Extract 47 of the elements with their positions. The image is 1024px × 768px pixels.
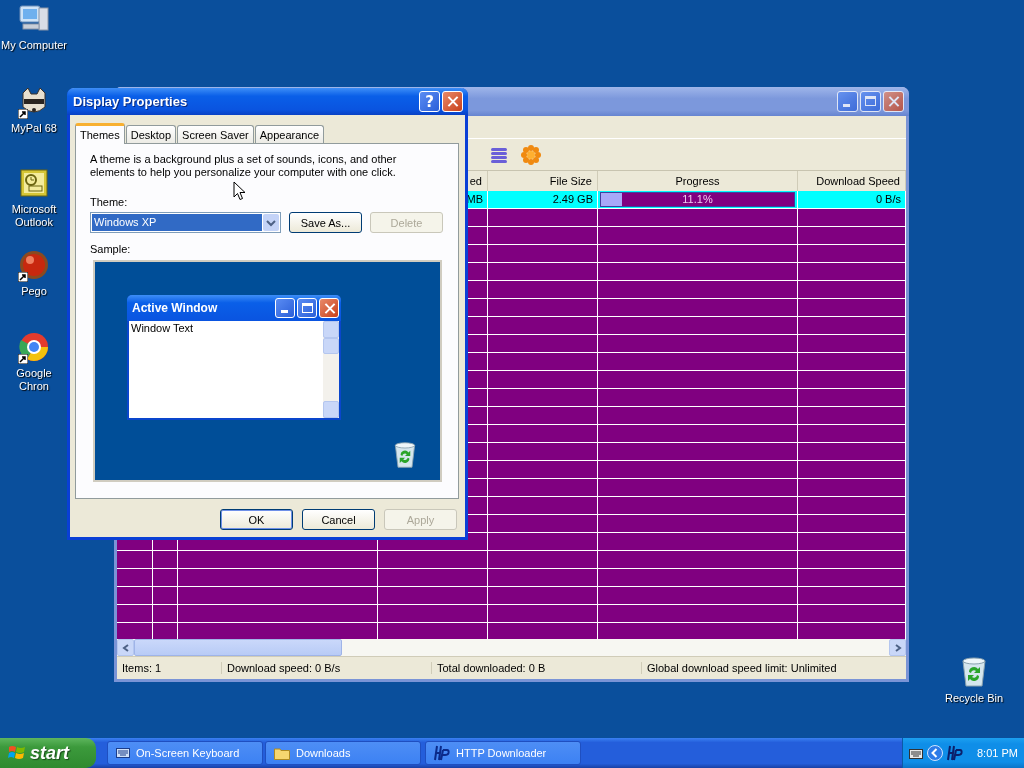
scroll-thumb[interactable]	[134, 639, 342, 656]
window-title: Display Properties	[73, 94, 188, 109]
mouse-pointer-icon	[233, 181, 246, 201]
keyboard-icon	[116, 747, 130, 759]
table-cell-text: 2.49 GB	[552, 192, 593, 207]
tab[interactable]: Appearance	[254, 125, 325, 143]
desktop-icon-label[interactable]: Microsoft Outlook	[0, 203, 68, 229]
folder-icon	[274, 746, 290, 760]
close-button[interactable]	[883, 91, 904, 112]
cancel-button[interactable]: Cancel	[302, 509, 375, 530]
sample-window-text: Window Text	[130, 321, 195, 336]
status-text: Download speed: 0 B/s	[222, 662, 432, 674]
status-text: Total downloaded: 0 B	[432, 662, 642, 674]
hp-logo-icon[interactable]	[947, 745, 963, 761]
table-cell-text: 0 B/s	[875, 192, 901, 207]
list-icon[interactable]	[490, 145, 508, 164]
theme-dropdown[interactable]: Windows XP	[90, 212, 281, 233]
minimize-button[interactable]	[837, 91, 858, 112]
ball-icon[interactable]	[17, 248, 51, 282]
tab[interactable]: Desktop	[125, 125, 177, 143]
desktop-icon-label[interactable]: My Computer	[0, 39, 68, 52]
save-as-button[interactable]: Save As...	[289, 212, 362, 233]
horizontal-scrollbar[interactable]	[117, 639, 906, 657]
tab[interactable]: Themes	[75, 123, 125, 144]
close-button[interactable]	[442, 91, 463, 112]
desktop-icon-label[interactable]: Pego	[0, 285, 68, 298]
help-button[interactable]: ?	[419, 91, 440, 112]
sample-window-title: Active Window	[132, 301, 218, 315]
progress-text: 11.1%	[682, 193, 713, 206]
windows-flag-icon	[8, 744, 26, 762]
desktop-icon-label[interactable]: Google Chron	[0, 367, 68, 393]
status-text: Items: 1	[117, 662, 222, 674]
hp-logo-icon	[434, 745, 450, 761]
ok-button[interactable]: OK	[220, 509, 293, 530]
tab[interactable]: Screen Saver	[177, 125, 254, 143]
scroll-right-button[interactable]	[889, 639, 906, 656]
field-label: Sample:	[90, 243, 132, 256]
desktop-icon-label[interactable]: MyPal 68	[0, 122, 68, 135]
maximize-button[interactable]	[860, 91, 881, 112]
ring-icon[interactable]	[17, 330, 51, 364]
clock-envelope-icon[interactable]	[17, 166, 51, 200]
keyboard-icon[interactable]	[909, 747, 923, 759]
description-text: A theme is a background plus a set of sounds, icons, and other elements to help you personalize your computer with one click.	[90, 153, 398, 179]
start-button[interactable]: start	[0, 738, 96, 768]
status-text: Global download speed limit: Unlimited	[646, 662, 838, 674]
scroll-left-button[interactable]	[117, 639, 134, 656]
desktop-icon-label[interactable]: Recycle Bin	[940, 692, 1008, 705]
